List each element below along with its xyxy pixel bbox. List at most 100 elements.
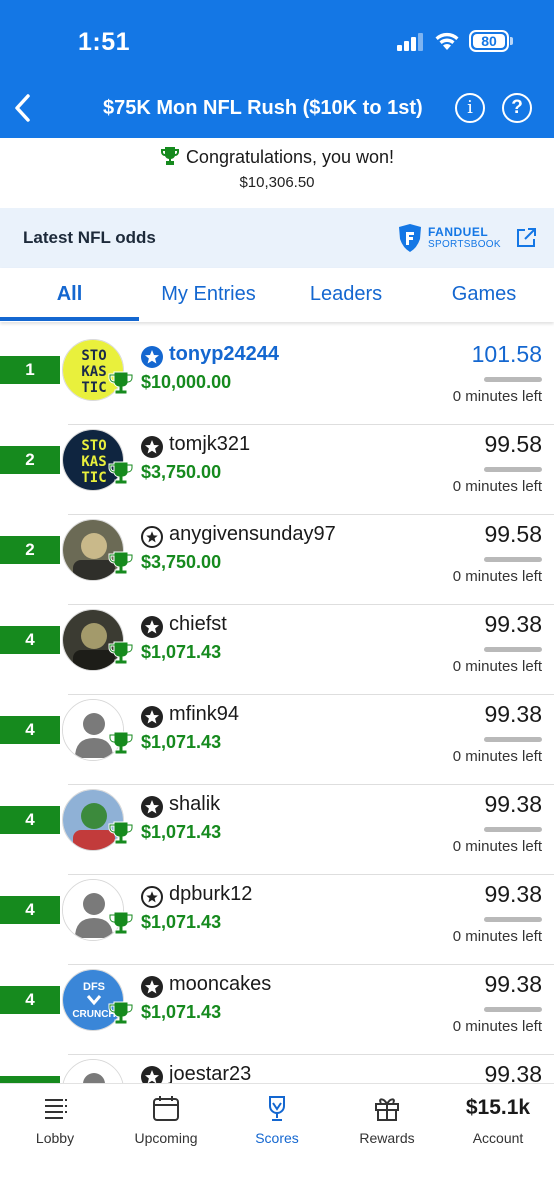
trophy-outline-icon [269,1096,285,1121]
username[interactable]: anygivensunday97 [169,523,336,546]
trophy-icon [108,731,134,755]
leaderboard-row[interactable]: 2 anygivensunday97 $3,750.00 99.58 0 min… [0,515,554,605]
time-left: 0 minutes left [452,388,542,405]
active-tab-indicator [0,317,139,321]
odds-banner[interactable]: Latest NFL odds FANDUEL SPORTSBOOK [0,208,554,268]
fanduel-shield-icon [399,224,421,252]
leaderboard-row[interactable]: 2 STO KAS TIC tomjk321 $3,750.00 99.58 0… [0,425,554,515]
username[interactable]: shalik [169,793,220,816]
username[interactable]: chiefst [169,613,227,636]
tab-bar: All My Entries Leaders Games [0,268,554,322]
prize-amount: $3,750.00 [141,462,222,482]
tab-all[interactable]: All [0,268,139,322]
username[interactable]: dpburk12 [169,883,252,906]
back-chevron-icon[interactable] [8,90,40,126]
bottom-nav: Lobby Upcoming Scores Rewards $15.1k Acc… [0,1083,554,1200]
prize-amount: $1,071.43 [141,642,222,662]
time-left: 0 minutes left [452,1018,542,1035]
app-header: 1:51 80 $75K Mon NFL Rush ($10K to 1st) … [0,0,554,138]
page-title: $75K Mon NFL Rush ($10K to 1st) [103,97,423,119]
time-left: 0 minutes left [452,748,542,765]
fanduel-sportsbook-logo: FANDUEL SPORTSBOOK [397,222,501,254]
time-left: 0 minutes left [452,568,542,585]
battery-level: 80 [473,34,505,48]
time-remaining-bar [484,467,542,472]
time-remaining-bar [484,737,542,742]
svg-text:DFS: DFS [83,981,105,993]
nav-account[interactable]: $15.1k Account [443,1094,553,1154]
nav-row: $75K Mon NFL Rush ($10K to 1st) i ? [0,84,554,132]
prize-amount: $1,071.43 [141,732,222,752]
trophy-icon [108,911,134,935]
time-left: 0 minutes left [452,838,542,855]
username[interactable]: tomjk321 [169,433,250,456]
nav-lobby[interactable]: Lobby [0,1094,110,1154]
time-remaining-bar [484,557,542,562]
tab-my-entries[interactable]: My Entries [139,268,278,322]
star-badge-icon [141,436,163,458]
trophy-icon [160,147,179,165]
leaderboard-row[interactable]: 4 mfink94 $1,071.43 99.38 0 minutes left [0,695,554,785]
fantasy-score: 99.38 [484,971,542,997]
battery-nub [510,37,513,45]
congrats-message: Congratulations, you won! [185,147,395,167]
rank-badge: 4 [0,806,60,834]
fantasy-score: 99.38 [484,611,542,637]
brand-line-1: FANDUEL [428,225,489,239]
time-left: 0 minutes left [452,658,542,675]
time-remaining-bar [484,917,542,922]
nav-label-account: Account [472,1130,524,1146]
nav-upcoming[interactable]: Upcoming [111,1094,221,1154]
rank-badge: 4 [0,896,60,924]
trophy-icon [108,551,134,575]
rank-badge: 2 [0,536,60,564]
username[interactable]: tonyp24244 [169,343,279,366]
time-left: 0 minutes left [452,928,542,945]
tab-games[interactable]: Games [414,268,554,322]
nav-label-lobby: Lobby [35,1130,75,1146]
leaderboard-row[interactable]: 4 chiefst $1,071.43 99.38 0 minutes left [0,605,554,695]
username[interactable]: mfink94 [169,703,239,726]
svg-text:TIC: TIC [81,380,106,396]
info-icon[interactable]: i [455,93,485,123]
tab-leaders[interactable]: Leaders [278,268,414,322]
fantasy-score: 99.38 [484,701,542,727]
nav-label-rewards: Rewards [359,1130,415,1146]
congrats-line: Congratulations, you won! [0,146,554,168]
prize-amount: $1,071.43 [141,912,222,932]
prize-amount: $1,071.43 [141,822,222,842]
leaderboard-row[interactable]: 1 STO KAS TIC tonyp24244 $10,000.00 101.… [0,335,554,425]
star-badge-icon [141,886,163,908]
username[interactable]: mooncakes [169,973,271,996]
nav-rewards[interactable]: Rewards [332,1094,442,1154]
rank-badge: 2 [0,446,60,474]
rank-badge: 4 [0,986,60,1014]
fantasy-score: 99.58 [484,521,542,547]
svg-text:STO: STO [81,348,106,364]
leaderboard-row[interactable]: 4 DFS CRUNCH mooncakes $1,071.43 99.38 0… [0,965,554,1055]
time-remaining-bar [484,1007,542,1012]
star-badge-icon [141,346,163,368]
list-icon [45,1099,67,1119]
fantasy-score: 99.58 [484,431,542,457]
help-icon[interactable]: ? [502,93,532,123]
star-badge-icon [141,796,163,818]
brand-line-2: SPORTSBOOK [428,239,501,250]
star-badge-icon [141,616,163,638]
svg-text:STO: STO [81,438,106,454]
trophy-icon [108,821,134,845]
fantasy-score: 99.38 [484,881,542,907]
nav-scores[interactable]: Scores [222,1094,332,1154]
time-remaining-bar [484,377,542,382]
time-remaining-bar [484,827,542,832]
prize-amount: $1,071.43 [141,1002,222,1022]
account-balance: $15.1k [465,1096,531,1119]
trophy-icon [108,461,134,485]
external-link-icon[interactable] [515,227,537,249]
nav-label-upcoming: Upcoming [134,1130,198,1146]
trophy-icon [108,1001,134,1025]
leaderboard-row[interactable]: 4 dpburk12 $1,071.43 99.38 0 minutes lef… [0,875,554,965]
leaderboard-row[interactable]: 4 shalik $1,071.43 99.38 0 minutes left [0,785,554,875]
fantasy-score: 99.38 [484,791,542,817]
star-badge-icon [141,706,163,728]
